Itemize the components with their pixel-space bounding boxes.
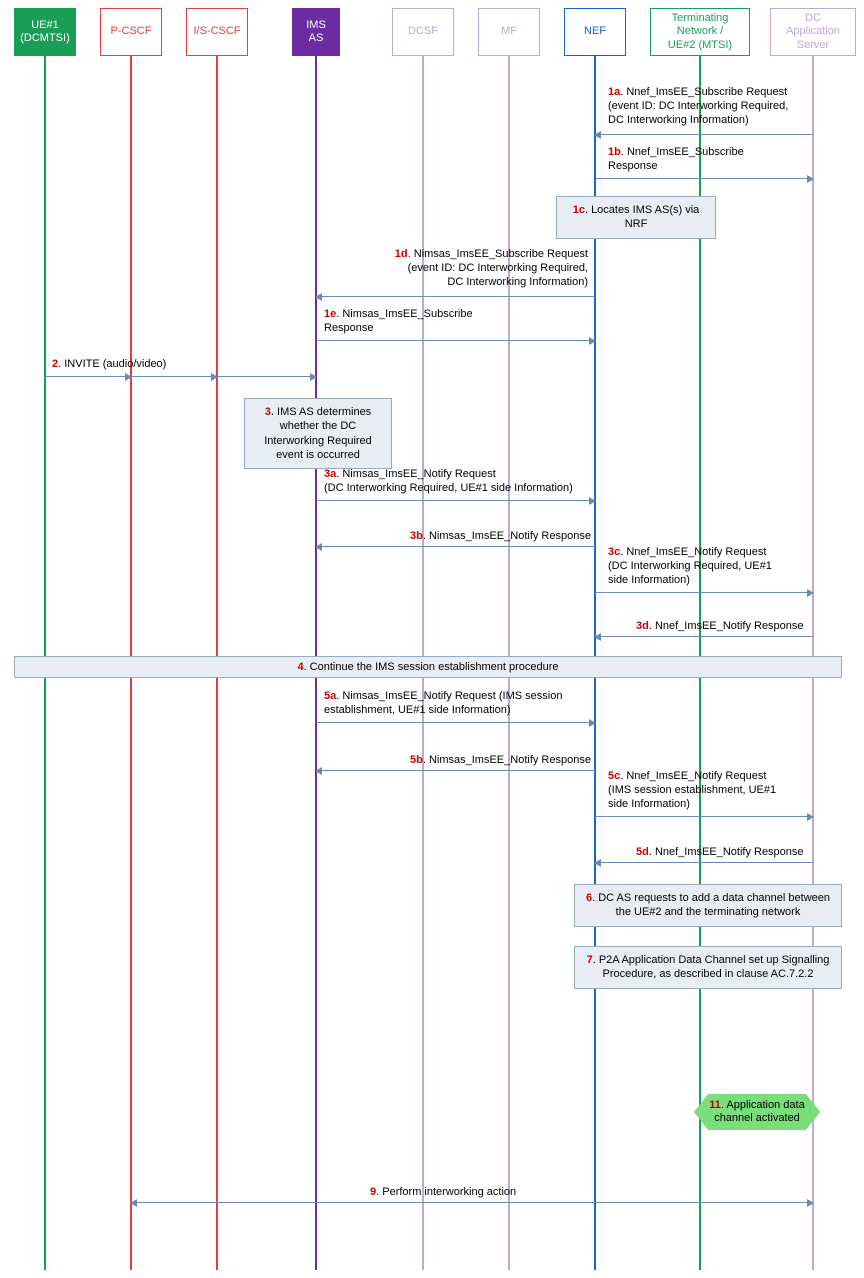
msg-2-arrow-b [131, 376, 217, 377]
msg-5a-arrow [316, 722, 595, 723]
msg-3d-arrow [595, 636, 813, 637]
actor-pcscf: P-CSCF [100, 8, 162, 56]
msg-1a-label: 1a. Nnef_ImsEE_Subscribe Request (event … [608, 86, 788, 127]
msg-3a-arrow [316, 500, 595, 501]
msg-5b-arrow [316, 770, 595, 771]
span-4: 4. Continue the IMS session establishmen… [14, 656, 842, 678]
msg-2-label: 2. INVITE (audio/video) [52, 358, 166, 372]
actor-scscf: I/S-CSCF [186, 8, 248, 56]
note-6: 6. DC AS requests to add a data channel … [574, 884, 842, 927]
msg-2-arrow-a [45, 376, 131, 377]
msg-9-label: 9. Perform interworking action [370, 1186, 516, 1200]
msg-2-arrow-c [217, 376, 316, 377]
actor-nef: NEF [564, 8, 626, 56]
msg-5d-label: 5d. Nnef_ImsEE_Notify Response [636, 846, 804, 860]
msg-5c-label: 5c. Nnef_ImsEE_Notify Request (IMS sessi… [608, 770, 776, 811]
actor-ue1: UE#1 (DCMTSI) [14, 8, 76, 56]
actor-dcsf: DCSF [392, 8, 454, 56]
actor-mf: MF [478, 8, 540, 56]
msg-1d-arrow [316, 296, 595, 297]
msg-3b-label: 3b. Nimsas_ImsEE_Notify Response [410, 530, 591, 544]
note-1c: 1c. Locates IMS AS(s) via NRF [556, 196, 716, 239]
note-7: 7. P2A Application Data Channel set up S… [574, 946, 842, 989]
actor-dcas: DC Application Server [770, 8, 856, 56]
msg-1e-label: 1e. Nimsas_ImsEE_Subscribe Response [324, 308, 473, 336]
note-3: 3. IMS AS determines whether the DC Inte… [244, 398, 392, 469]
msg-5c-arrow [595, 816, 813, 817]
actor-imsas: IMS AS [292, 8, 340, 56]
msg-1a-arrow [595, 134, 813, 135]
activation-11: 11. Application data channel activated [708, 1094, 806, 1130]
msg-3b-arrow [316, 546, 595, 547]
msg-5a-label: 5a. Nimsas_ImsEE_Notify Request (IMS ses… [324, 690, 562, 718]
msg-3d-label: 3d. Nnef_ImsEE_Notify Response [636, 620, 804, 634]
msg-3c-arrow [595, 592, 813, 593]
msg-1b-arrow [595, 178, 813, 179]
msg-9-arrow [131, 1202, 813, 1203]
msg-5b-label: 5b. Nimsas_ImsEE_Notify Response [410, 754, 591, 768]
msg-1e-arrow [316, 340, 595, 341]
msg-5d-arrow [595, 862, 813, 863]
msg-3c-label: 3c. Nnef_ImsEE_Notify Request (DC Interw… [608, 546, 772, 587]
msg-1b-label: 1b. Nnef_ImsEE_Subscribe Response [608, 146, 744, 174]
msg-3a-label: 3a. Nimsas_ImsEE_Notify Request (DC Inte… [324, 468, 573, 496]
msg-1d-label: 1d. Nimsas_ImsEE_Subscribe Request (even… [370, 248, 588, 289]
actor-term: Terminating Network / UE#2 (MTSI) [650, 8, 750, 56]
